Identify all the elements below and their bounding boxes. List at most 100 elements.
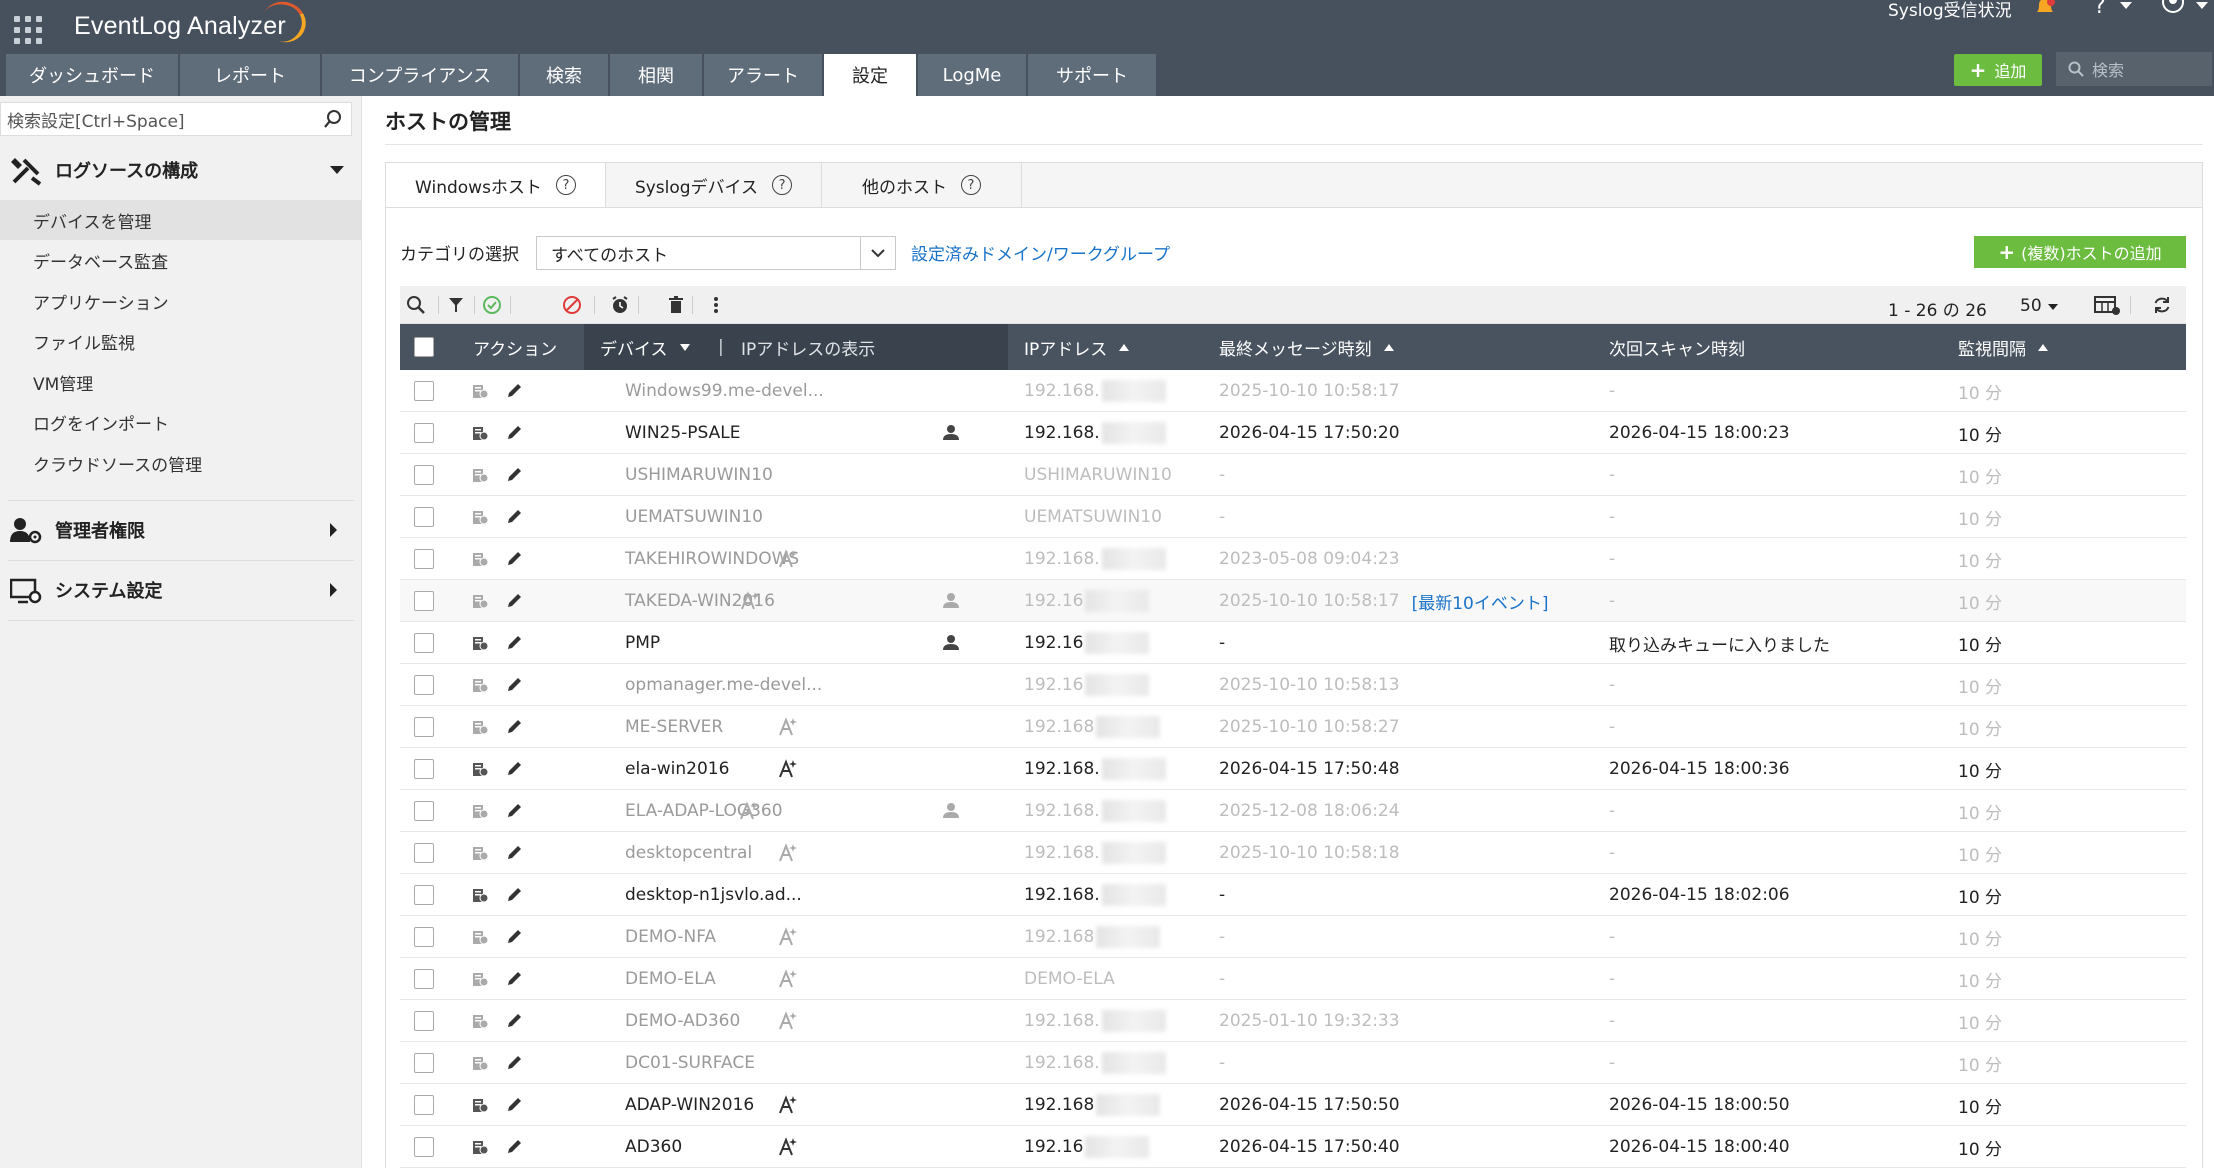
add-hosts-button[interactable]: + (複数)ホストの追加 [1974,236,2186,268]
row-checkbox[interactable] [414,958,434,1000]
row-checkbox[interactable] [414,580,434,622]
sidebar-section-system[interactable]: システム設定 [0,562,362,618]
edit-pencil-icon[interactable] [505,592,523,610]
settings-search-input[interactable]: 検索設定[Ctrl+Space] [0,102,352,136]
sidebar-item-2[interactable]: アプリケーション [0,281,362,321]
row-checkbox[interactable] [414,1000,434,1042]
host-details-icon[interactable] [471,802,489,820]
device-name[interactable]: UEMATSUWIN10 [625,496,763,538]
row-checkbox[interactable] [414,412,434,454]
host-details-icon[interactable] [471,424,489,442]
table-row[interactable]: USHIMARUWIN10 USHIMARUWIN10 - - 10 分 [400,454,2186,496]
disable-icon[interactable] [562,295,582,315]
edit-pencil-icon[interactable] [505,634,523,652]
table-row[interactable]: desktopcentral 192.168. 2025-10-10 10:58:1… [400,832,2186,874]
device-name[interactable]: DEMO-ELA [625,958,716,1000]
table-row[interactable]: ME-SERVER 192.168 2025-10-10 10:58:27 - 10 分 [400,706,2186,748]
edit-pencil-icon[interactable] [505,382,523,400]
sidebar-item-0[interactable]: デバイスを管理 [0,200,362,240]
row-checkbox[interactable] [414,832,434,874]
nav-tab-3[interactable]: 検索 [520,54,608,96]
filter-icon[interactable] [446,295,466,315]
table-row[interactable]: Windows99.me-devel... 192.168. 2025-10-10 … [400,370,2186,412]
table-row[interactable]: DEMO-ELA DEMO-ELA - - 10 分 [400,958,2186,1000]
help-circle-icon[interactable]: ? [555,175,576,195]
table-row[interactable]: ela-win2016 192.168. 2026-04-15 17:50:48 20… [400,748,2186,790]
nav-tab-0[interactable]: ダッシュボード [6,54,178,96]
device-name[interactable]: DEMO-NFA [625,916,716,958]
header-last-message[interactable]: 最終メッセージ時刻 [1219,324,1394,370]
table-row[interactable]: PMP 192.16 - 取り込みキューに入りました 10 分 [400,622,2186,664]
device-name[interactable]: Windows99.me-devel... [625,370,824,412]
host-details-icon[interactable] [471,760,489,778]
header-device[interactable]: デバイス [600,324,690,370]
page-size-select[interactable]: 50 [2020,296,2042,316]
chevron-down-icon[interactable] [860,237,895,269]
nav-tab-5[interactable]: アラート [704,54,822,96]
table-row[interactable]: WIN25-PSALE 192.168. 2026-04-15 17:50:20 20… [400,412,2186,454]
bell-icon[interactable] [2034,0,2056,16]
host-details-icon[interactable] [471,1096,489,1114]
row-checkbox[interactable] [414,1084,434,1126]
row-checkbox[interactable] [414,706,434,748]
header-next-scan[interactable]: 次回スキャン時刻 [1609,324,1745,370]
edit-pencil-icon[interactable] [505,844,523,862]
row-checkbox[interactable] [414,874,434,916]
sidebar-item-3[interactable]: ファイル監視 [0,322,362,362]
device-name[interactable]: opmanager.me-devel... [625,664,822,706]
columns-icon[interactable] [2094,295,2120,315]
host-details-icon[interactable] [471,970,489,988]
row-checkbox[interactable] [414,790,434,832]
host-details-icon[interactable] [471,634,489,652]
device-name[interactable]: ME-SERVER [625,706,723,748]
row-checkbox[interactable] [414,370,434,412]
select-all-checkbox[interactable] [414,324,434,370]
device-name[interactable]: PMP [625,622,660,664]
sidebar-item-5[interactable]: ログをインポート [0,403,362,443]
host-details-icon[interactable] [471,550,489,568]
add-button[interactable]: + 追加 [1954,54,2042,86]
device-name[interactable]: ela-win2016 [625,748,729,790]
device-name[interactable]: TAKEHIROWINDOWS [625,538,799,580]
search-icon[interactable] [324,110,342,128]
table-row[interactable]: AD360 192.16 2026-04-15 17:50:40 2026-04-15… [400,1126,2186,1168]
tab-other-hosts[interactable]: 他のホスト? [822,163,1022,207]
help-icon[interactable]: ? [2094,0,2106,19]
table-row[interactable]: opmanager.me-devel... 192.16 2025-10-10 10… [400,664,2186,706]
sidebar-item-1[interactable]: データベース監査 [0,241,362,281]
header-interval[interactable]: 監視間隔 [1958,324,2048,370]
nav-tab-4[interactable]: 相関 [610,54,702,96]
table-row[interactable]: ELA-ADAP-LOG360 192.168. 2025-12-08 18:06:… [400,790,2186,832]
delete-icon[interactable] [666,295,686,315]
nav-tab-2[interactable]: コンプライアンス [322,54,518,96]
row-checkbox[interactable] [414,1042,434,1084]
host-details-icon[interactable] [471,592,489,610]
edit-pencil-icon[interactable] [505,718,523,736]
tab-syslog-devices[interactable]: Syslogデバイス? [606,163,822,207]
row-checkbox[interactable] [414,1126,434,1168]
sidebar-section-admin[interactable]: 管理者権限 [0,502,362,558]
edit-pencil-icon[interactable] [505,1012,523,1030]
host-details-icon[interactable] [471,676,489,694]
edit-pencil-icon[interactable] [505,970,523,988]
device-name[interactable]: USHIMARUWIN10 [625,454,773,496]
host-details-icon[interactable] [471,508,489,526]
device-name[interactable]: ADAP-WIN2016 [625,1084,754,1126]
help-circle-icon[interactable]: ? [961,175,981,195]
user-caret-icon[interactable] [2196,2,2208,9]
sidebar-item-6[interactable]: クラウドソースの管理 [0,443,362,483]
host-details-icon[interactable] [471,1138,489,1156]
row-checkbox[interactable] [414,748,434,790]
configured-domains-link[interactable]: 設定済みドメイン/ワークグループ [911,240,1170,265]
table-row[interactable]: UEMATSUWIN10 UEMATSUWIN10 - - 10 分 [400,496,2186,538]
more-vertical-icon[interactable] [706,295,726,315]
device-name[interactable]: AD360 [625,1126,682,1168]
edit-pencil-icon[interactable] [505,1096,523,1114]
sidebar-section-log-sources[interactable]: ログソースの構成 [0,142,362,198]
nav-tab-1[interactable]: レポート [180,54,320,96]
header-ip[interactable]: IPアドレス [1024,324,1130,370]
search-filter-icon[interactable] [406,295,426,315]
row-checkbox[interactable] [414,496,434,538]
category-select[interactable]: すべてのホスト [536,236,896,270]
table-row[interactable]: DEMO-AD360 192.168. 2025-01-10 19:32:33 - 10… [400,1000,2186,1042]
